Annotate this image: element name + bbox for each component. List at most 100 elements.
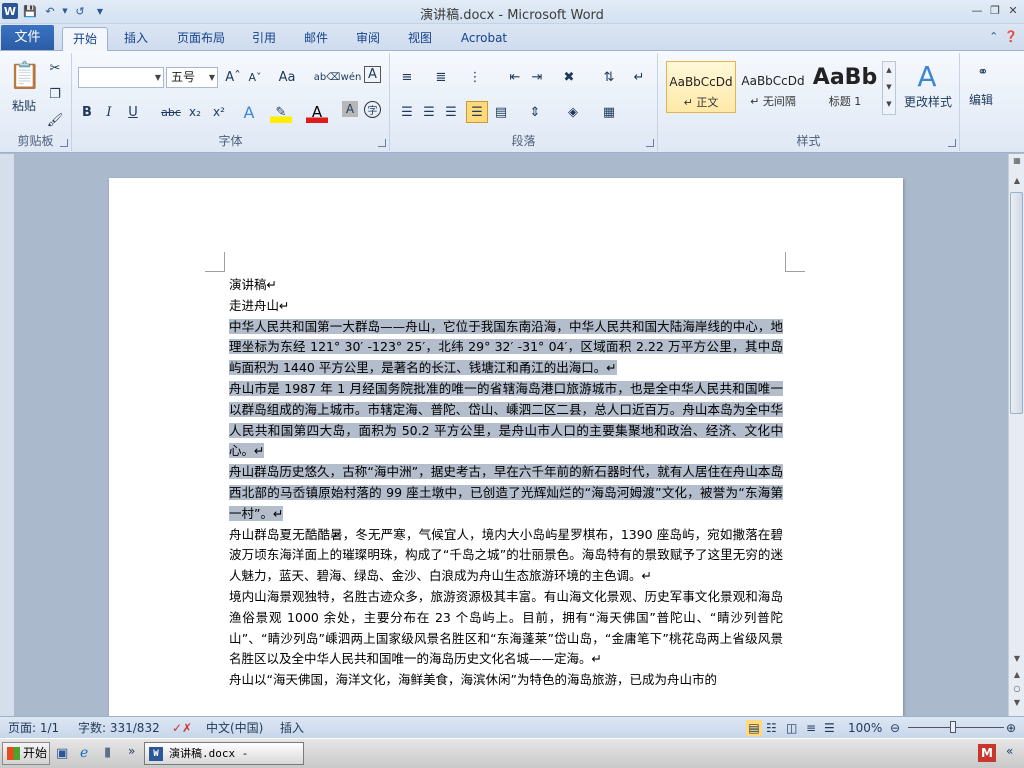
scroll-down-icon[interactable]: ▼ bbox=[1009, 654, 1024, 663]
tray-app-icon[interactable]: M bbox=[978, 744, 996, 762]
help-icon[interactable]: ❓ bbox=[1004, 30, 1018, 43]
cut-icon[interactable]: ✂ bbox=[44, 57, 66, 79]
phonetic-guide-icon[interactable]: wén bbox=[340, 66, 362, 88]
close-icon[interactable]: ✕ bbox=[1006, 3, 1020, 17]
proofing-icon[interactable]: ✓✗ bbox=[172, 720, 192, 736]
font-color-icon[interactable]: A bbox=[306, 101, 328, 123]
text-effects-icon[interactable]: A bbox=[238, 101, 260, 123]
page-count[interactable]: 页面: 1/1 bbox=[8, 720, 59, 736]
ruler-toggle-icon[interactable]: ▦ bbox=[1009, 156, 1024, 165]
tab-mailings[interactable]: 邮件 bbox=[296, 27, 336, 51]
zoom-out-icon[interactable]: ⊖ bbox=[890, 720, 900, 736]
binoculars-icon[interactable]: ⚭ bbox=[972, 61, 994, 83]
change-styles-icon[interactable]: A bbox=[910, 59, 944, 93]
tab-page-layout[interactable]: 页面布局 bbox=[170, 27, 232, 51]
highlight-icon[interactable]: ✎ bbox=[270, 101, 292, 123]
shrink-font-icon[interactable]: Aˇ bbox=[244, 66, 266, 88]
style-no-spacing[interactable]: AaBbCcDd ↵ 无间隔 bbox=[738, 61, 808, 113]
borders-icon[interactable]: ▦ bbox=[598, 101, 620, 123]
increase-indent-icon[interactable]: ⇥ bbox=[526, 66, 548, 88]
tab-view[interactable]: 视图 bbox=[400, 27, 440, 51]
character-border-icon[interactable]: A bbox=[364, 66, 381, 83]
clear-formatting-icon[interactable]: ab⌫ bbox=[314, 66, 341, 88]
italic-button[interactable]: I bbox=[98, 101, 120, 123]
show-desktop-icon[interactable]: ▣ bbox=[56, 746, 68, 761]
paste-button[interactable]: 粘贴 bbox=[6, 97, 42, 114]
styles-scroll[interactable]: ▲ ▼ ▼ bbox=[882, 61, 896, 115]
bullets-icon[interactable]: ≡ bbox=[396, 66, 418, 88]
zoom-in-icon[interactable]: ⊕ bbox=[1006, 720, 1016, 736]
tray-expand-icon[interactable]: « bbox=[1006, 744, 1013, 758]
clipboard-launcher-icon[interactable] bbox=[60, 139, 68, 147]
draft-icon[interactable]: ☰ bbox=[824, 720, 835, 736]
strikethrough-button[interactable]: abc bbox=[160, 101, 182, 123]
web-layout-icon[interactable]: ◫ bbox=[786, 720, 797, 736]
browse-object-icon[interactable]: ○ bbox=[1009, 684, 1024, 693]
tab-insert[interactable]: 插入 bbox=[115, 27, 157, 51]
superscript-button[interactable]: x² bbox=[208, 101, 230, 123]
restore-icon[interactable]: ❐ bbox=[988, 3, 1002, 17]
line-spacing-icon[interactable]: ⇕ bbox=[524, 101, 546, 123]
font-launcher-icon[interactable] bbox=[378, 139, 386, 147]
style-normal[interactable]: AaBbCcDd ↵ 正文 bbox=[666, 61, 736, 113]
full-screen-reading-icon[interactable]: ☷ bbox=[766, 720, 777, 736]
paragraph-launcher-icon[interactable] bbox=[646, 139, 654, 147]
chinese-layout-icon[interactable]: ✖ bbox=[558, 66, 580, 88]
start-button[interactable]: 开始 bbox=[2, 742, 50, 765]
subscript-button[interactable]: x₂ bbox=[184, 101, 206, 123]
editing-button[interactable]: 编辑 bbox=[960, 91, 1002, 108]
tab-references[interactable]: 引用 bbox=[244, 27, 284, 51]
next-page-icon[interactable]: ▼ bbox=[1009, 698, 1024, 707]
scroll-up-icon[interactable]: ▲ bbox=[1009, 176, 1024, 185]
document-body[interactable]: 演讲稿↵ 走进舟山↵ 中华人民共和国第一大群岛——舟山，它位于我国东南沿海，中华… bbox=[229, 275, 783, 691]
format-painter-icon[interactable]: 🖌 bbox=[44, 109, 66, 131]
quicklaunch-icon[interactable]: ▮ bbox=[104, 745, 111, 760]
bold-button[interactable]: B bbox=[76, 101, 98, 123]
language-indicator[interactable]: 中文(中国) bbox=[206, 720, 263, 736]
previous-page-icon[interactable]: ▲ bbox=[1009, 670, 1024, 679]
word-count[interactable]: 字数: 331/832 bbox=[78, 720, 160, 736]
font-size-combo[interactable]: 五号 ▼ bbox=[166, 67, 218, 88]
zoom-slider-thumb[interactable] bbox=[950, 721, 956, 733]
sort-icon[interactable]: ⇅ bbox=[598, 66, 620, 88]
decrease-indent-icon[interactable]: ⇤ bbox=[504, 66, 526, 88]
character-shading-icon[interactable]: A bbox=[342, 101, 358, 117]
ie-icon[interactable]: ℯ bbox=[80, 745, 88, 761]
grow-font-icon[interactable]: Aˆ bbox=[222, 66, 244, 88]
underline-button[interactable]: U bbox=[122, 101, 144, 123]
taskbar-word-window[interactable]: W 演讲稿.docx - Micro... bbox=[144, 742, 304, 765]
enclose-character-icon[interactable]: 字 bbox=[364, 101, 381, 118]
shading-icon[interactable]: ◈ bbox=[562, 101, 584, 123]
align-right-icon[interactable]: ☰ bbox=[440, 101, 462, 123]
paste-icon[interactable]: 📋 bbox=[8, 57, 42, 95]
vertical-scrollbar[interactable]: ▦ ▲ ▼ ▲ ○ ▼ bbox=[1008, 154, 1024, 716]
align-center-icon[interactable]: ☰ bbox=[418, 101, 440, 123]
minimize-icon[interactable]: — bbox=[970, 3, 984, 17]
insert-mode[interactable]: 插入 bbox=[280, 720, 304, 736]
scroll-thumb[interactable] bbox=[1010, 192, 1023, 414]
distributed-icon[interactable]: ▤ bbox=[490, 101, 512, 123]
more-quicklaunch-icon[interactable]: » bbox=[128, 744, 135, 758]
show-marks-icon[interactable]: ↵ bbox=[628, 66, 650, 88]
align-left-icon[interactable]: ☰ bbox=[396, 101, 418, 123]
status-bar: 页面: 1/1 字数: 331/832 ✓✗ 中文(中国) 插入 ▤ ☷ ◫ ≡… bbox=[0, 716, 1024, 738]
tab-acrobat[interactable]: Acrobat bbox=[455, 27, 513, 51]
font-name-combo[interactable]: ▼ bbox=[78, 67, 164, 88]
collapse-ribbon-icon[interactable]: ⌃ bbox=[989, 30, 998, 43]
styles-launcher-icon[interactable] bbox=[948, 139, 956, 147]
zoom-level[interactable]: 100% bbox=[848, 720, 882, 736]
justify-icon[interactable]: ☰ bbox=[466, 101, 488, 123]
tab-review[interactable]: 审阅 bbox=[348, 27, 388, 51]
change-case-icon[interactable]: Aa bbox=[276, 66, 298, 88]
tab-home[interactable]: 开始 bbox=[62, 27, 108, 51]
change-styles-button[interactable]: 更改样式 bbox=[898, 93, 958, 110]
print-layout-icon[interactable]: ▤ bbox=[746, 720, 762, 736]
style-heading-1[interactable]: AaBb 标题 1 bbox=[810, 61, 880, 113]
multilevel-list-icon[interactable]: ⋮ bbox=[464, 66, 486, 88]
outline-icon[interactable]: ≡ bbox=[806, 720, 816, 736]
numbering-icon[interactable]: ≣ bbox=[430, 66, 452, 88]
tab-file[interactable]: 文件 bbox=[1, 25, 54, 50]
zoom-slider[interactable] bbox=[908, 727, 1004, 728]
copy-icon[interactable]: ❐ bbox=[44, 83, 66, 105]
style-name: ↵ 正文 bbox=[683, 96, 719, 109]
